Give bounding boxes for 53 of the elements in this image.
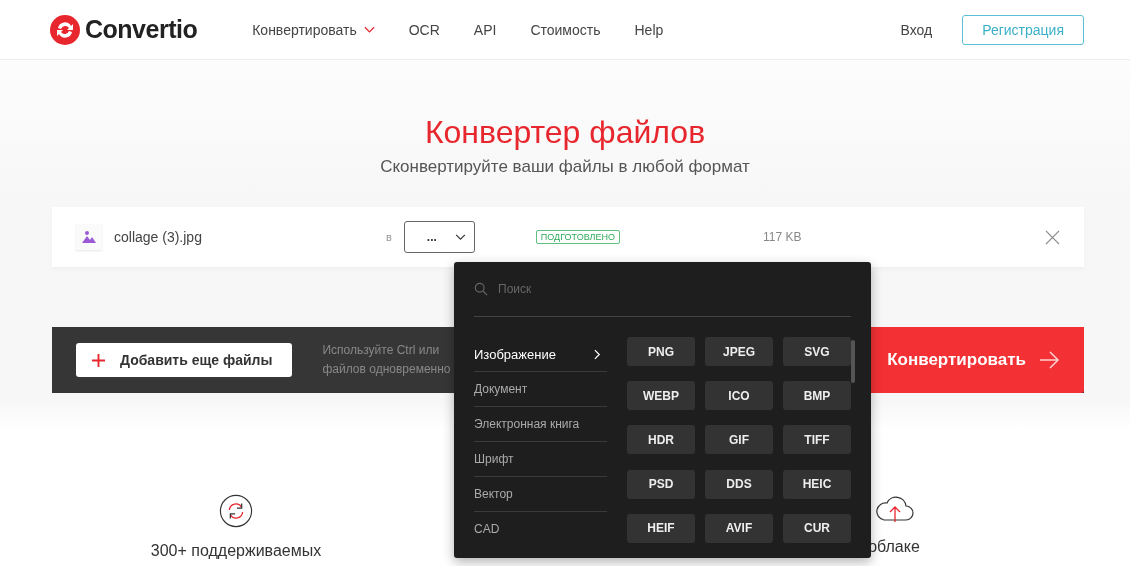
category-item[interactable]: Вектор bbox=[474, 477, 607, 512]
logo-icon[interactable] bbox=[50, 14, 80, 45]
hint-text: Используйте Ctrl или bbox=[322, 342, 441, 359]
format-option[interactable]: HEIC bbox=[783, 469, 851, 499]
chevron-right-icon bbox=[594, 348, 601, 360]
format-option[interactable]: HDR bbox=[627, 425, 695, 455]
refresh-icon bbox=[219, 494, 253, 528]
status-badge: ПОДГОТОВЛЕНО bbox=[535, 230, 620, 244]
feature-label: 300+ поддерживаемых bbox=[150, 542, 322, 560]
format-option[interactable]: GIF bbox=[705, 425, 773, 455]
to-label: в bbox=[386, 231, 392, 243]
nav-link[interactable]: API bbox=[473, 21, 497, 38]
close-icon[interactable] bbox=[1045, 229, 1060, 245]
search-icon bbox=[474, 282, 488, 296]
format-select[interactable]: ... bbox=[403, 221, 475, 253]
arrow-right-icon bbox=[1040, 351, 1060, 369]
search-field[interactable]: Поиск bbox=[496, 281, 851, 297]
format-option[interactable]: SVG bbox=[783, 337, 851, 366]
format-option[interactable]: TIFF bbox=[783, 425, 851, 455]
nav-link[interactable]: OCR bbox=[408, 21, 440, 38]
format-option[interactable]: HEIF bbox=[627, 513, 695, 543]
hint-text: файлов одновременно bbox=[322, 361, 451, 378]
add-files-button[interactable]: Добавить еще файлы bbox=[76, 343, 293, 377]
page-title: Конвертер файлов bbox=[423, 114, 707, 151]
format-option[interactable]: WEBP bbox=[627, 381, 695, 411]
page-subtitle: Сконвертируйте ваши файлы в любой формат bbox=[379, 157, 751, 177]
nav-link[interactable]: Стоимость bbox=[530, 21, 601, 38]
nav-link[interactable]: Help bbox=[634, 21, 664, 38]
format-option[interactable]: CUR bbox=[783, 513, 851, 543]
category-item[interactable]: Документ bbox=[474, 372, 607, 407]
cloud-upload-icon bbox=[874, 494, 914, 524]
login-link[interactable]: Вход bbox=[900, 21, 933, 38]
logo-text[interactable]: Convertio bbox=[85, 15, 198, 44]
plus-icon bbox=[92, 353, 105, 367]
category-item[interactable]: Электронная книга bbox=[474, 407, 607, 442]
format-option[interactable]: JPEG bbox=[705, 337, 773, 366]
file-name: collage (3).jpg bbox=[114, 229, 203, 245]
format-option[interactable]: BMP bbox=[783, 381, 851, 411]
chevron-down-icon[interactable] bbox=[363, 25, 375, 34]
scrollbar[interactable] bbox=[851, 340, 855, 383]
format-option[interactable]: PSD bbox=[627, 469, 695, 499]
format-option[interactable]: DDS bbox=[705, 469, 773, 499]
nav-link[interactable]: Конвертировать bbox=[252, 21, 375, 38]
chevron-down-icon bbox=[454, 233, 466, 241]
format-option[interactable]: AVIF bbox=[705, 513, 773, 543]
format-option[interactable]: ICO bbox=[705, 381, 773, 411]
feature-label: облаке bbox=[868, 538, 920, 556]
format-option[interactable]: PNG bbox=[627, 337, 695, 366]
category-item[interactable]: CAD bbox=[474, 512, 607, 546]
category-item[interactable]: Изображение bbox=[474, 337, 607, 372]
category-item[interactable]: Шрифт bbox=[474, 442, 607, 477]
image-file-icon bbox=[76, 224, 102, 250]
file-size: 117 KB bbox=[763, 230, 802, 244]
